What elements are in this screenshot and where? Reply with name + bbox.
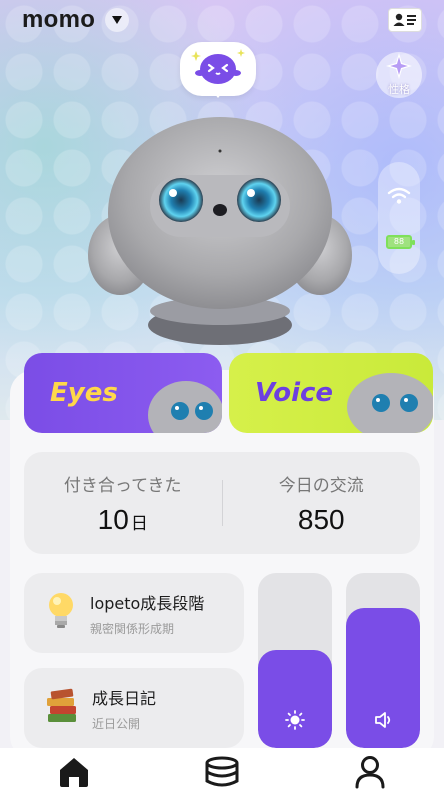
days-unit: 日: [130, 513, 148, 533]
bottom-navigation: [0, 748, 444, 800]
robot-face-thumbnail: [341, 365, 433, 433]
home-icon: [57, 756, 91, 792]
growth-diary-card[interactable]: 成長日記 近日公開: [24, 668, 244, 748]
nav-data[interactable]: [192, 752, 252, 796]
nav-profile[interactable]: [340, 752, 400, 796]
days-together-value: 10 日: [24, 504, 222, 536]
growth-stage-card[interactable]: lopeto成長段階 親密関係形成期: [24, 573, 244, 653]
growth-stage-title: lopeto成長段階: [90, 593, 205, 613]
database-icon: [204, 756, 240, 792]
days-value: 10: [97, 503, 129, 535]
caret-down-icon[interactable]: [105, 8, 130, 32]
sun-icon: [258, 710, 332, 730]
mood-bubble: [180, 42, 256, 98]
battery-icon: 88: [386, 234, 415, 249]
books-icon: [46, 688, 78, 728]
voice-mode-label: Voice: [255, 378, 334, 408]
eyes-mode-label: Eyes: [50, 378, 118, 408]
growth-diary-subtitle: 近日公開: [92, 716, 141, 731]
today-interaction-stat: 今日の交流 850: [223, 471, 421, 536]
eyes-mode-card[interactable]: Eyes: [24, 353, 222, 433]
brightness-slider[interactable]: [258, 573, 332, 748]
top-bar: momo: [22, 6, 130, 34]
user-icon: [354, 755, 386, 793]
today-interaction-label: 今日の交流: [278, 475, 364, 496]
robot-pet-image[interactable]: [80, 115, 360, 349]
nav-home[interactable]: [44, 752, 104, 796]
personality-button[interactable]: 性格: [376, 52, 422, 98]
device-name[interactable]: momo: [22, 6, 95, 34]
personality-label: 性格: [388, 83, 410, 96]
days-together-label: 付き合ってきた: [63, 475, 182, 496]
lightbulb-icon: [46, 591, 76, 635]
battery-level: 88: [393, 237, 405, 247]
stats-card: 付き合ってきた 10 日 今日の交流 850: [24, 452, 420, 554]
volume-slider[interactable]: [346, 573, 420, 748]
speaker-icon: [346, 710, 420, 730]
robot-face-thumbnail: [144, 371, 222, 433]
days-together-stat: 付き合ってきた 10 日: [24, 471, 222, 536]
growth-diary-title: 成長日記: [92, 688, 157, 708]
growth-stage-subtitle: 親密関係形成期: [90, 621, 175, 636]
voice-mode-card[interactable]: Voice: [229, 353, 433, 433]
happy-face-icon: [186, 45, 250, 93]
today-interaction-value: 850: [297, 503, 345, 535]
brightness-slider-fill: [258, 650, 332, 748]
device-status-panel: 88: [378, 162, 420, 274]
wifi-icon: [387, 187, 411, 209]
profile-card-icon[interactable]: [388, 8, 422, 32]
sparkle-icon: [385, 52, 413, 83]
